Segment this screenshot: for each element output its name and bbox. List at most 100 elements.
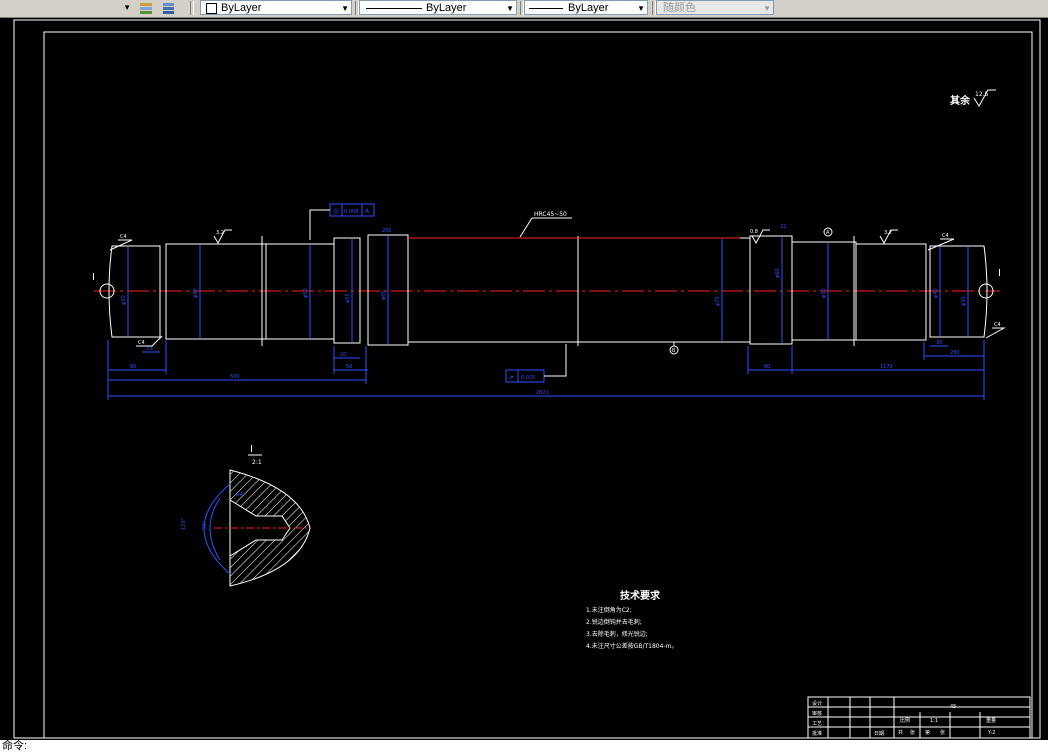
lineweight-control-dropdown[interactable]: ByLayer ▼ [524,0,648,15]
datum-a-label: A [826,230,830,236]
svg-text:◎: ◎ [333,207,339,215]
layer-dropdown-arrow[interactable]: ▼ [118,0,134,15]
svg-text:1:1: 1:1 [930,718,938,724]
color-control-value: ByLayer [221,2,262,14]
svg-text:280: 280 [950,350,960,356]
svg-text:φ40: φ40 [193,288,199,298]
command-line[interactable]: 命令: [0,740,1048,752]
svg-text:审核: 审核 [812,710,822,717]
color-control-dropdown[interactable]: ByLayer ▼ [200,0,352,15]
svg-text:日期: 日期 [874,731,884,737]
svg-text:C4: C4 [120,234,127,240]
svg-text:30: 30 [936,340,942,346]
svg-text:0.025: 0.025 [521,375,535,381]
technical-requirements: 技术要求 1.未注倒角为C2; 2.锐边倒钝并去毛刺; 3.去除毛刺，修光锐边;… [586,589,677,650]
svg-text:500: 500 [230,374,240,380]
svg-text:3.2: 3.2 [884,230,892,236]
svg-text:设计: 设计 [812,700,822,707]
svg-text:1170: 1170 [880,364,893,370]
command-prompt: 命令: [2,740,28,752]
svg-text:A: A [365,208,370,215]
properties-toolbar: ▼ ByLayer ▼ ByLayer ▼ ByLayer ▼ 随颜色 ▼ [0,0,1048,18]
svg-text:张: 张 [910,729,915,736]
drawing-canvas[interactable]: 其余 12.5 I I φ30 φ40 φ50 φ55 φ60 φ70 φ60 … [0,18,1048,740]
svg-text:0.8: 0.8 [750,229,758,235]
roughness-note: 其余 12.5 [950,89,996,107]
svg-text:φ40: φ40 [933,288,939,298]
svg-text:2:1: 2:1 [252,459,262,466]
linetype-preview-icon [366,8,422,9]
plotstyle-control-value: 随颜色 [663,2,696,14]
svg-text:1.未注倒角为C2;: 1.未注倒角为C2; [586,606,632,614]
chevron-down-icon: ▼ [341,4,349,13]
linetype-control-dropdown[interactable]: ByLayer ▼ [359,0,517,15]
svg-text:重量: 重量 [986,717,996,724]
svg-text:其余: 其余 [950,94,971,107]
plotstyle-control-dropdown[interactable]: 随颜色 ▼ [656,0,774,15]
section-view: I 2:1 120° 60° R4 [181,444,311,587]
svg-text:80: 80 [764,364,770,370]
svg-text:80: 80 [130,364,136,370]
svg-text:C4: C4 [994,322,1001,328]
drawing-frame [43,31,1033,739]
lineweight-control-value: ByLayer [568,2,609,14]
layer-states-icon[interactable] [138,0,156,15]
svg-text:4.未注尺寸公差按GB/T1804-m。: 4.未注尺寸公差按GB/T1804-m。 [586,642,677,650]
svg-text:φ50: φ50 [303,288,309,298]
section-label-left: I [92,272,95,283]
svg-text:C4: C4 [138,340,145,346]
chamfer-labels: C4 C4 C4 C4 [120,233,1001,346]
svg-text:120°: 120° [181,517,187,530]
svg-text:C4: C4 [942,233,949,239]
linetype-control-value: ByLayer [426,2,467,14]
hardness-note: HRC45~50 [534,211,567,218]
lineweight-preview-icon [529,8,563,9]
diameter-labels: φ30 φ40 φ50 φ55 φ60 φ70 φ60 φ50 φ40 φ30 [121,268,967,306]
svg-text:共: 共 [898,729,903,736]
chevron-down-icon: ▼ [637,4,645,13]
color-swatch-icon [206,3,217,14]
svg-text:比例: 比例 [900,717,910,724]
svg-text:批准: 批准 [812,730,822,737]
svg-text:第: 第 [925,729,930,736]
chevron-down-icon: ▼ [506,4,514,13]
svg-text:20: 20 [340,352,346,358]
svg-text:2621: 2621 [536,390,549,396]
svg-text:60°: 60° [202,521,208,530]
svg-text:200: 200 [382,228,392,234]
svg-text:3.2: 3.2 [216,230,224,236]
svg-text:φ60: φ60 [381,290,387,300]
svg-text:φ30: φ30 [121,295,127,305]
roughness-values: 3.2 0.8 3.2 [216,229,892,236]
svg-text:2.锐边倒钝并去毛刺;: 2.锐边倒钝并去毛刺; [586,618,642,626]
chevron-down-icon: ▼ [763,4,771,13]
svg-text:22: 22 [780,224,786,230]
svg-text:12.5: 12.5 [975,91,989,98]
svg-text:45: 45 [950,704,956,710]
svg-text:50: 50 [346,364,352,370]
hardness-leader [519,217,533,238]
cad-drawing: 其余 12.5 I I φ30 φ40 φ50 φ55 φ60 φ70 φ60 … [13,19,1041,739]
svg-text:工艺: 工艺 [812,721,822,727]
svg-text:33: 33 [146,346,152,352]
svg-text:R4: R4 [236,492,243,498]
svg-text:3.去除毛刺，修光锐边;: 3.去除毛刺，修光锐边; [586,630,648,638]
chamfer-leaders [109,238,1006,347]
tolerance-frame-runout: ↗ 0.025 [505,344,567,383]
datum-b-label: B [672,348,676,354]
svg-text:↗: ↗ [508,374,514,382]
toolbar-separator [190,1,194,15]
tolerance-frame-concentricity: ◎ 0.008 A [309,203,375,240]
svg-text:φ70: φ70 [715,296,721,306]
section-label-right: I [998,268,1001,279]
svg-text:φ55: φ55 [345,293,351,303]
roughness-marks [213,229,898,245]
title-block: 设计 审核 工艺 批准 日期 45 比例 1:1 重量 共 张 第 张 Y-2 [807,696,1031,739]
layer-previous-icon[interactable] [160,0,178,15]
svg-text:技术要求: 技术要求 [620,589,661,602]
svg-text:φ30: φ30 [961,296,967,306]
svg-text:I: I [250,444,253,455]
svg-text:φ60: φ60 [775,268,781,278]
svg-text:张: 张 [940,729,945,736]
svg-text:φ50: φ50 [821,288,827,298]
